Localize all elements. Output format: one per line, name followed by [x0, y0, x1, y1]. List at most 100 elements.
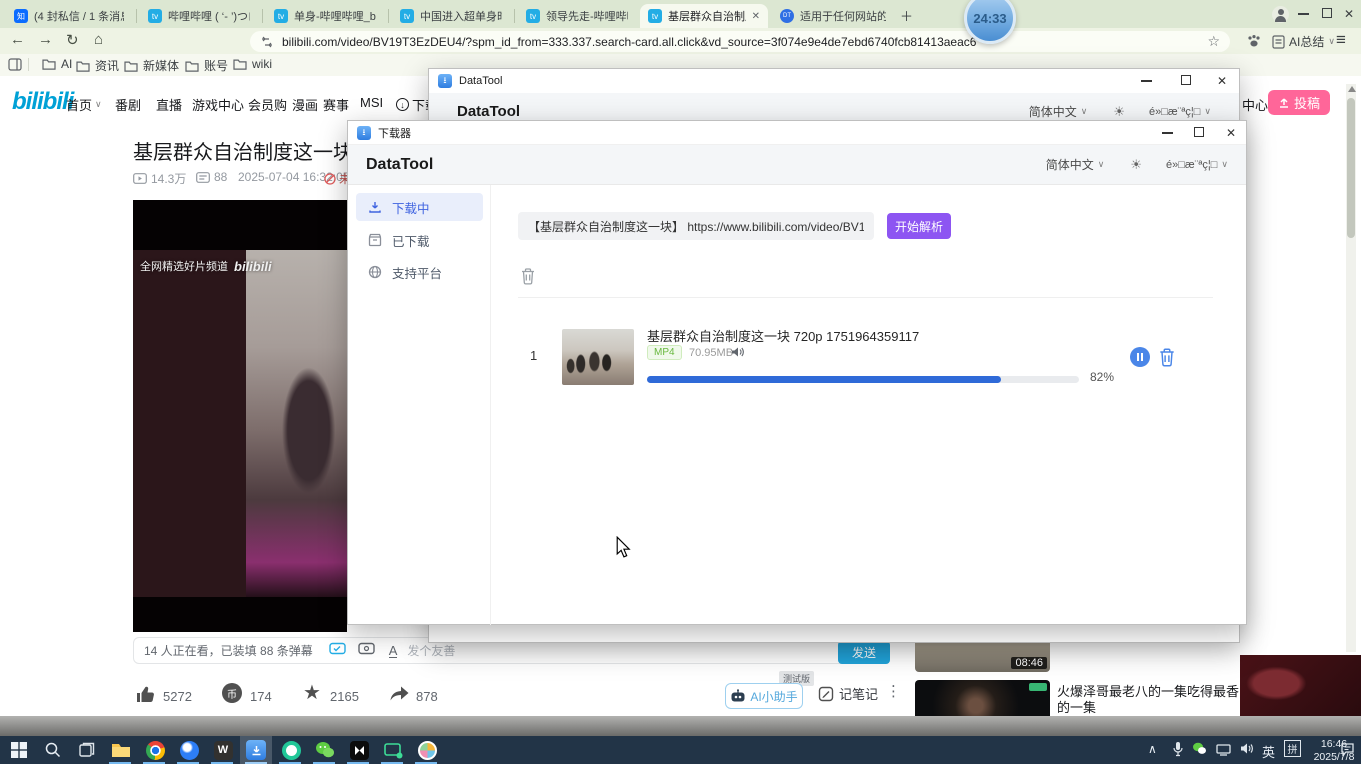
ime-language-indicator[interactable]: 英 [1262, 742, 1275, 761]
side-panel-icon[interactable] [8, 58, 22, 76]
browser-tab-active[interactable]: tv 基层群众自治制度 ✕ [640, 4, 768, 28]
browser-tab[interactable]: tv 单身-哔哩哔哩_bilibili [266, 4, 384, 28]
browser-tab[interactable]: tv 哔哩哔哩 ( ‘- ’)つロ [140, 4, 258, 28]
browser-maximize-button[interactable] [1322, 8, 1332, 18]
bookmark-folder-news[interactable]: 资讯 [76, 57, 119, 74]
task-view-icon[interactable] [76, 739, 98, 761]
coin-icon[interactable]: 币 [222, 683, 242, 703]
forward-button[interactable]: → [38, 31, 53, 48]
garbled-menu[interactable]: é»□æ¨ªç¦□∨ [1166, 159, 1228, 171]
datatool-taskbar-icon[interactable] [245, 739, 267, 761]
refresh-button[interactable]: ↻ [66, 31, 79, 49]
green-ring-app-icon[interactable] [280, 739, 302, 761]
browser-tab[interactable]: 知 (4 封私信 / 1 条消息) [6, 4, 132, 28]
sidebar-item-platforms[interactable]: 支持平台 [356, 258, 483, 286]
datatool-language-select[interactable]: 简体中文∨ [1029, 103, 1088, 120]
video-url-input[interactable] [518, 212, 874, 240]
danmaku-send-button[interactable]: 发送 [838, 641, 890, 664]
browser-minimize-button[interactable] [1298, 13, 1309, 15]
downloader-window[interactable]: ⭳ 下载器 ✕ DataTool 简体中文∨ ☀ é»□æ¨ªç¦□∨ 下载中 … [347, 120, 1247, 625]
screencast-icon[interactable] [382, 739, 404, 761]
scrollbar-up-arrow[interactable] [1348, 86, 1356, 92]
nav-manga[interactable]: 漫画 [292, 95, 318, 114]
recommended-video-title[interactable]: 火爆泽哥最老八的一集吃得最香的一集 [1057, 684, 1239, 716]
downloader-maximize-button[interactable] [1194, 127, 1204, 137]
audio-speaker-icon[interactable] [731, 345, 744, 363]
nav-live[interactable]: 直播 [156, 95, 182, 114]
downloader-close-button[interactable]: ✕ [1216, 126, 1246, 140]
page-scrollbar-thumb[interactable] [1347, 98, 1355, 238]
browser-tab[interactable]: tv 领导先走-哔哩哔哩_b [518, 4, 636, 28]
back-button[interactable]: ← [10, 31, 25, 48]
home-button[interactable]: ⌂ [94, 31, 103, 48]
browser-profile-avatar[interactable] [1272, 6, 1289, 23]
site-info-icon[interactable] [260, 36, 274, 48]
video-player[interactable]: 全网精选好片频道 bilibili [133, 200, 347, 632]
wps-icon[interactable]: W [212, 739, 234, 761]
nav-esports[interactable]: 赛事 [323, 95, 349, 114]
nav-bangumi[interactable]: 番剧 [115, 95, 141, 114]
bookmark-folder-ai[interactable]: AI [42, 57, 72, 71]
datatool-minimize-button[interactable] [1141, 80, 1152, 82]
extension-paw-icon[interactable] [1246, 33, 1262, 54]
sidebar-item-downloaded[interactable]: 已下载 [356, 226, 483, 254]
tray-expand-icon[interactable]: ∧ [1148, 742, 1157, 756]
volume-icon[interactable] [1240, 742, 1255, 760]
ai-assistant-button[interactable]: AI小助手 [725, 683, 803, 709]
blue-browser-icon[interactable] [178, 739, 200, 761]
browser-tab[interactable]: DT 适用于任何网站的快速 [772, 4, 894, 28]
nav-msi[interactable]: MSI [360, 95, 383, 110]
theme-toggle-icon[interactable]: ☀ [1130, 157, 1142, 173]
downloader-titlebar[interactable]: ⭳ 下载器 [348, 121, 1246, 145]
theme-toggle-icon[interactable]: ☀ [1113, 104, 1125, 120]
danmaku-input-placeholder[interactable]: 发个友善 [407, 642, 455, 659]
browser-close-button[interactable]: ✕ [1344, 7, 1354, 21]
ai-summary-button[interactable]: AI总结 ∨ [1272, 33, 1335, 50]
bookmark-folder-wiki[interactable]: wiki [233, 57, 272, 71]
url-bar[interactable]: bilibili.com/video/BV19T3EzDEU4/?spm_id_… [250, 31, 1230, 52]
notification-center-icon[interactable] [1340, 742, 1355, 761]
browser-tab[interactable]: tv 中国进入超单身时代_ [392, 4, 510, 28]
file-explorer-icon[interactable] [110, 739, 132, 761]
danmaku-font-icon[interactable]: A [389, 644, 398, 658]
downloader-language-select[interactable]: 简体中文∨ [1046, 156, 1105, 173]
danmaku-settings-icon[interactable] [358, 641, 375, 660]
wechat-tray-icon[interactable] [1192, 742, 1207, 760]
delete-item-button[interactable] [1158, 347, 1176, 372]
microphone-icon[interactable] [1172, 741, 1184, 762]
nav-home[interactable]: 首页∨ [66, 95, 102, 114]
network-display-icon[interactable] [1216, 743, 1231, 761]
datatool-titlebar[interactable]: ⭳ DataTool [429, 69, 1239, 93]
like-icon[interactable] [135, 684, 156, 709]
new-tab-button[interactable]: ＋ [900, 6, 913, 25]
more-actions-icon[interactable]: ⋮ [886, 682, 902, 700]
datatool-maximize-button[interactable] [1181, 75, 1191, 85]
sidebar-item-downloading[interactable]: 下载中 [356, 193, 483, 221]
nav-shop[interactable]: 会员购 [248, 95, 287, 114]
chrome-icon[interactable] [144, 739, 166, 761]
clear-list-trash-icon[interactable] [520, 267, 536, 290]
note-button[interactable]: 记笔记 [818, 684, 878, 703]
nav-game-center[interactable]: 游戏中心 [192, 95, 244, 114]
browser-menu-icon[interactable]: ≡ [1336, 30, 1346, 50]
ime-pinyin-indicator[interactable]: 拼 [1284, 740, 1301, 757]
wechat-icon[interactable] [314, 739, 336, 761]
downloader-minimize-button[interactable] [1162, 132, 1173, 134]
danmaku-toggle-icon[interactable] [329, 641, 346, 660]
garbled-menu[interactable]: é»□æ¨ªç¦□∨ [1149, 106, 1211, 118]
parse-button[interactable]: 开始解析 [887, 213, 951, 239]
bookmark-folder-media[interactable]: 新媒体 [124, 57, 179, 74]
capcut-icon[interactable] [348, 739, 370, 761]
pinwheel-app-icon[interactable] [416, 739, 438, 761]
favorite-star-icon[interactable]: ★ [303, 680, 321, 705]
upload-button[interactable]: 投稿 [1268, 90, 1330, 115]
taskbar-search-icon[interactable] [42, 739, 64, 761]
share-icon[interactable] [389, 684, 410, 708]
bookmark-star-icon[interactable]: ☆ [1207, 33, 1220, 50]
nav-center-partial[interactable]: 中心 [1242, 95, 1268, 114]
start-button[interactable] [8, 739, 30, 761]
tab-close-icon[interactable]: ✕ [752, 11, 760, 22]
pause-button[interactable] [1130, 347, 1150, 367]
bilibili-logo[interactable]: bilibili [12, 88, 73, 116]
bookmark-folder-account[interactable]: 账号 [185, 57, 228, 74]
